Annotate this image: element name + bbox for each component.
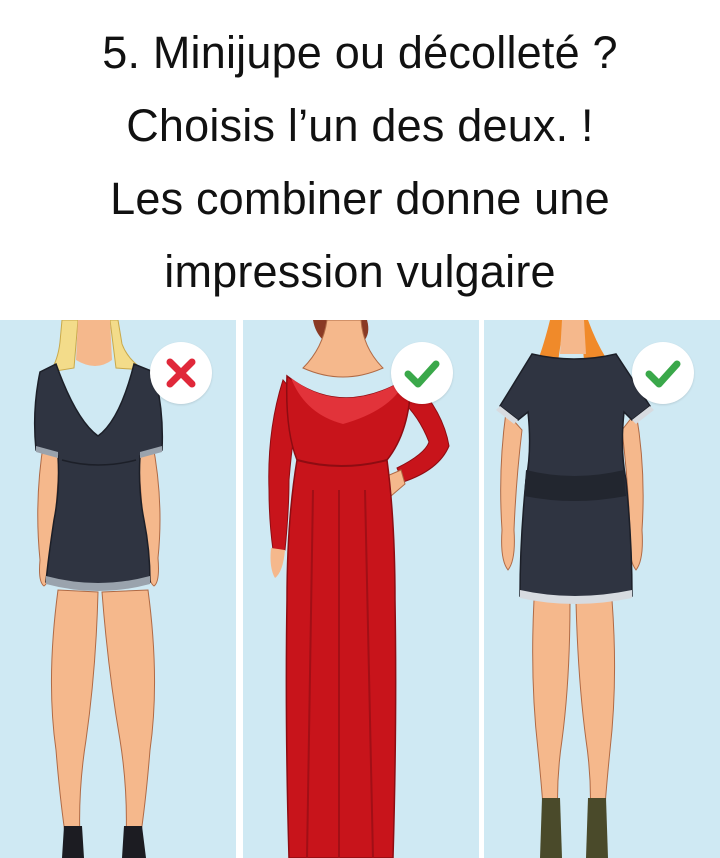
caption-area: 5. Minijupe ou décolleté ? Choisis l’un … (0, 0, 720, 318)
caption-line-3: Les combiner donne une (110, 173, 610, 224)
illustration-panels (0, 318, 720, 858)
panel-short-low-cut-dress (0, 320, 236, 858)
verdict-badge-correct (632, 342, 694, 404)
caption-line-4: impression vulgaire (164, 246, 556, 297)
panel-long-red-gown (243, 320, 479, 858)
caption-line-1: 5. Minijupe ou décolleté ? (102, 27, 618, 78)
panel-short-modest-dress (484, 320, 720, 858)
caption-text: 5. Minijupe ou décolleté ? Choisis l’un … (0, 16, 720, 308)
verdict-badge-incorrect (150, 342, 212, 404)
verdict-badge-correct (391, 342, 453, 404)
check-icon (404, 360, 440, 388)
cross-icon (166, 358, 196, 388)
caption-line-2: Choisis l’un des deux. ! (126, 100, 594, 151)
check-icon (645, 360, 681, 388)
